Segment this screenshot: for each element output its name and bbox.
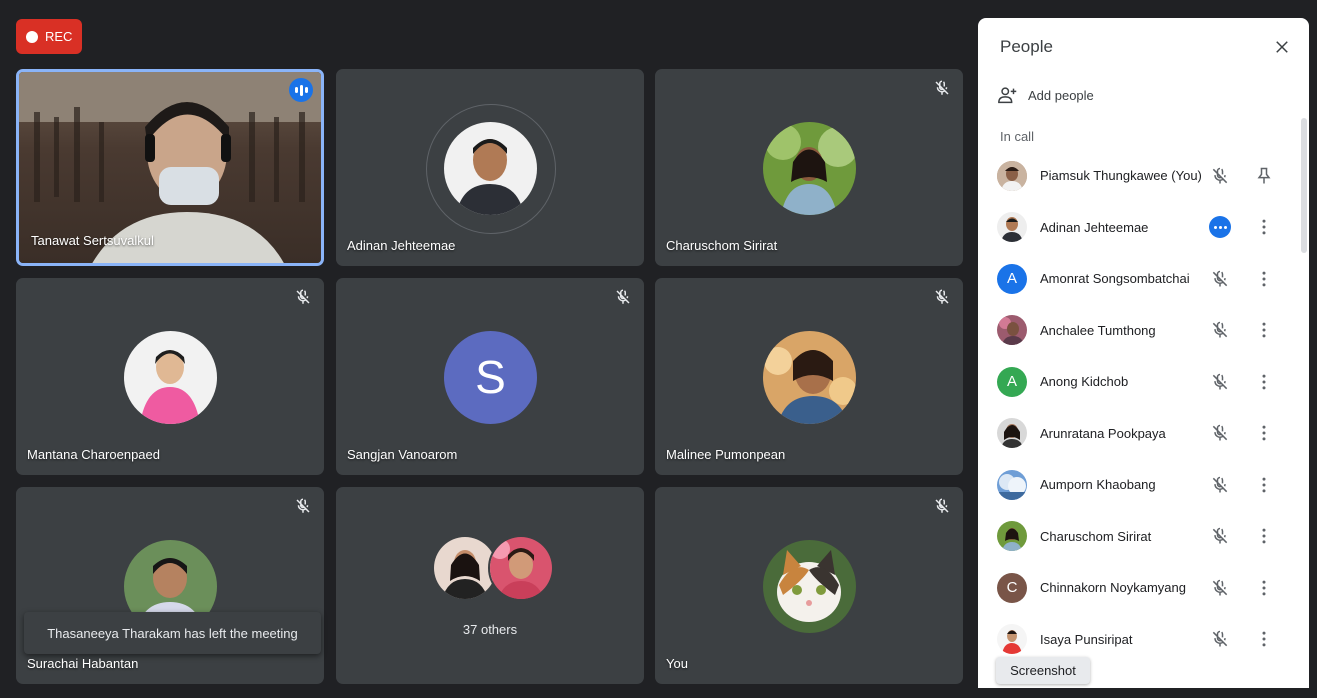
more-vert-icon[interactable] (1254, 629, 1274, 649)
participant-name: Sangjan Vanoarom (347, 447, 458, 462)
participant-tile[interactable]: Adinan Jehteemae (336, 69, 644, 266)
participant-name: Adinan Jehteemae (347, 238, 456, 253)
more-vert-icon[interactable] (1254, 320, 1274, 340)
participant-name: Mantana Charoenpaed (27, 447, 160, 462)
mic-off-icon (935, 498, 949, 513)
mic-off-icon (296, 498, 310, 513)
participant-name: Surachai Habantan (27, 656, 139, 671)
mic-off-icon (1212, 579, 1228, 596)
list-item[interactable]: A Anong Kidchob (978, 356, 1309, 408)
list-item[interactable]: Charuschom Sirirat (978, 511, 1309, 563)
avatar (997, 315, 1027, 346)
panel-title: People (1000, 37, 1053, 56)
mic-off-icon (935, 80, 949, 95)
participant-tile-self[interactable]: You (655, 487, 963, 684)
avatar (997, 212, 1027, 243)
screenshot-tooltip: Screenshot (996, 657, 1090, 684)
avatar (763, 539, 856, 633)
more-vert-icon[interactable] (1254, 217, 1274, 237)
add-person-icon (998, 87, 1017, 104)
participant-tile[interactable]: Tanawat Sertsuvalkul (16, 69, 324, 266)
avatar (997, 418, 1027, 449)
participant-tile-others[interactable]: 37 others (336, 487, 644, 684)
participant-name: Charuschom Sirirat (666, 238, 778, 253)
list-item[interactable]: Piamsuk Thungkawee (You) (978, 150, 1309, 202)
more-vert-icon[interactable] (1254, 372, 1274, 392)
mic-off-icon (1212, 322, 1228, 338)
mic-off-icon (935, 289, 949, 304)
list-item[interactable]: Aumporn Khaobang (978, 459, 1309, 511)
avatar (763, 330, 856, 424)
avatar: C (997, 572, 1027, 603)
mic-off-icon (1212, 425, 1228, 441)
participant-name: You (666, 656, 688, 671)
participant-name: Isaya Punsiripat (1040, 631, 1133, 647)
more-vert-icon[interactable] (1254, 423, 1274, 443)
avatar: S (444, 330, 537, 424)
mic-off-icon (1212, 270, 1228, 287)
participant-tile[interactable]: Charuschom Sirirat (655, 69, 963, 266)
list-item[interactable]: C Chinnakorn Noykamyang (978, 562, 1309, 614)
avatar (997, 521, 1027, 552)
section-heading-in-call: In call (1000, 129, 1034, 144)
more-options-active-icon[interactable] (1209, 216, 1231, 239)
speaking-indicator-icon (289, 78, 313, 102)
more-vert-icon[interactable] (1254, 475, 1274, 495)
list-item[interactable]: A Amonrat Songsombatchai (978, 253, 1309, 305)
participant-tile[interactable]: Malinee Pumonpean (655, 278, 963, 475)
participant-name: Charuschom Sirirat (1040, 528, 1152, 544)
mic-off-icon (1212, 373, 1228, 390)
list-item[interactable]: Anchalee Tumthong (978, 305, 1309, 357)
participant-name: Malinee Pumonpean (666, 447, 786, 462)
avatar (124, 330, 217, 424)
participant-name: Anchalee Tumthong (1040, 322, 1156, 338)
avatar (763, 121, 856, 215)
close-icon[interactable] (1273, 38, 1291, 56)
mic-off-icon (1212, 528, 1228, 544)
participant-name: Aumporn Khaobang (1040, 477, 1156, 493)
avatar: A (997, 366, 1027, 397)
participant-list: Piamsuk Thungkawee (You) Adinan Jehteema… (978, 150, 1309, 665)
participant-name: Arunratana Pookpaya (1040, 425, 1166, 441)
list-item[interactable]: Arunratana Pookpaya (978, 408, 1309, 460)
avatar (997, 160, 1027, 191)
record-dot-icon (26, 30, 38, 43)
avatar (997, 469, 1027, 500)
recording-badge: REC (16, 19, 82, 54)
avatar (997, 624, 1027, 655)
participant-tile[interactable]: Mantana Charoenpaed (16, 278, 324, 475)
mic-off-icon (1212, 476, 1228, 493)
participant-tile[interactable]: S Sangjan Vanoarom (336, 278, 644, 475)
more-vert-icon[interactable] (1254, 526, 1274, 546)
participant-tile[interactable]: Surachai Habantan (16, 487, 324, 684)
mic-off-icon (616, 289, 630, 304)
mic-off-icon (1212, 167, 1228, 184)
more-vert-icon[interactable] (1254, 269, 1274, 289)
others-count-label: 37 others (462, 622, 518, 637)
avatar: A (997, 263, 1027, 294)
more-vert-icon[interactable] (1254, 578, 1274, 598)
participant-name: Tanawat Sertsuvalkul (31, 233, 154, 248)
pin-icon[interactable] (1254, 166, 1274, 186)
participant-name: Anong Kidchob (1040, 374, 1129, 390)
mic-off-icon (1212, 631, 1228, 647)
participant-name: Chinnakorn Noykamyang (1040, 580, 1186, 596)
add-people-button[interactable]: Add people (997, 84, 1094, 106)
add-people-label: Add people (1028, 87, 1094, 103)
avatar (444, 121, 537, 215)
list-item[interactable]: Adinan Jehteemae (978, 202, 1309, 254)
participant-name: Amonrat Songsombatchai (1040, 271, 1190, 287)
participant-name: Piamsuk Thungkawee (You) (1040, 168, 1202, 184)
mic-off-icon (296, 289, 310, 304)
recording-label: REC (45, 29, 73, 44)
people-panel: People Add people In call Piamsuk Thungk… (978, 18, 1309, 688)
participant-name: Adinan Jehteemae (1040, 219, 1149, 235)
avatar (488, 535, 554, 601)
left-meeting-notification: Thasaneeya Tharakam has left the meeting (24, 612, 321, 654)
